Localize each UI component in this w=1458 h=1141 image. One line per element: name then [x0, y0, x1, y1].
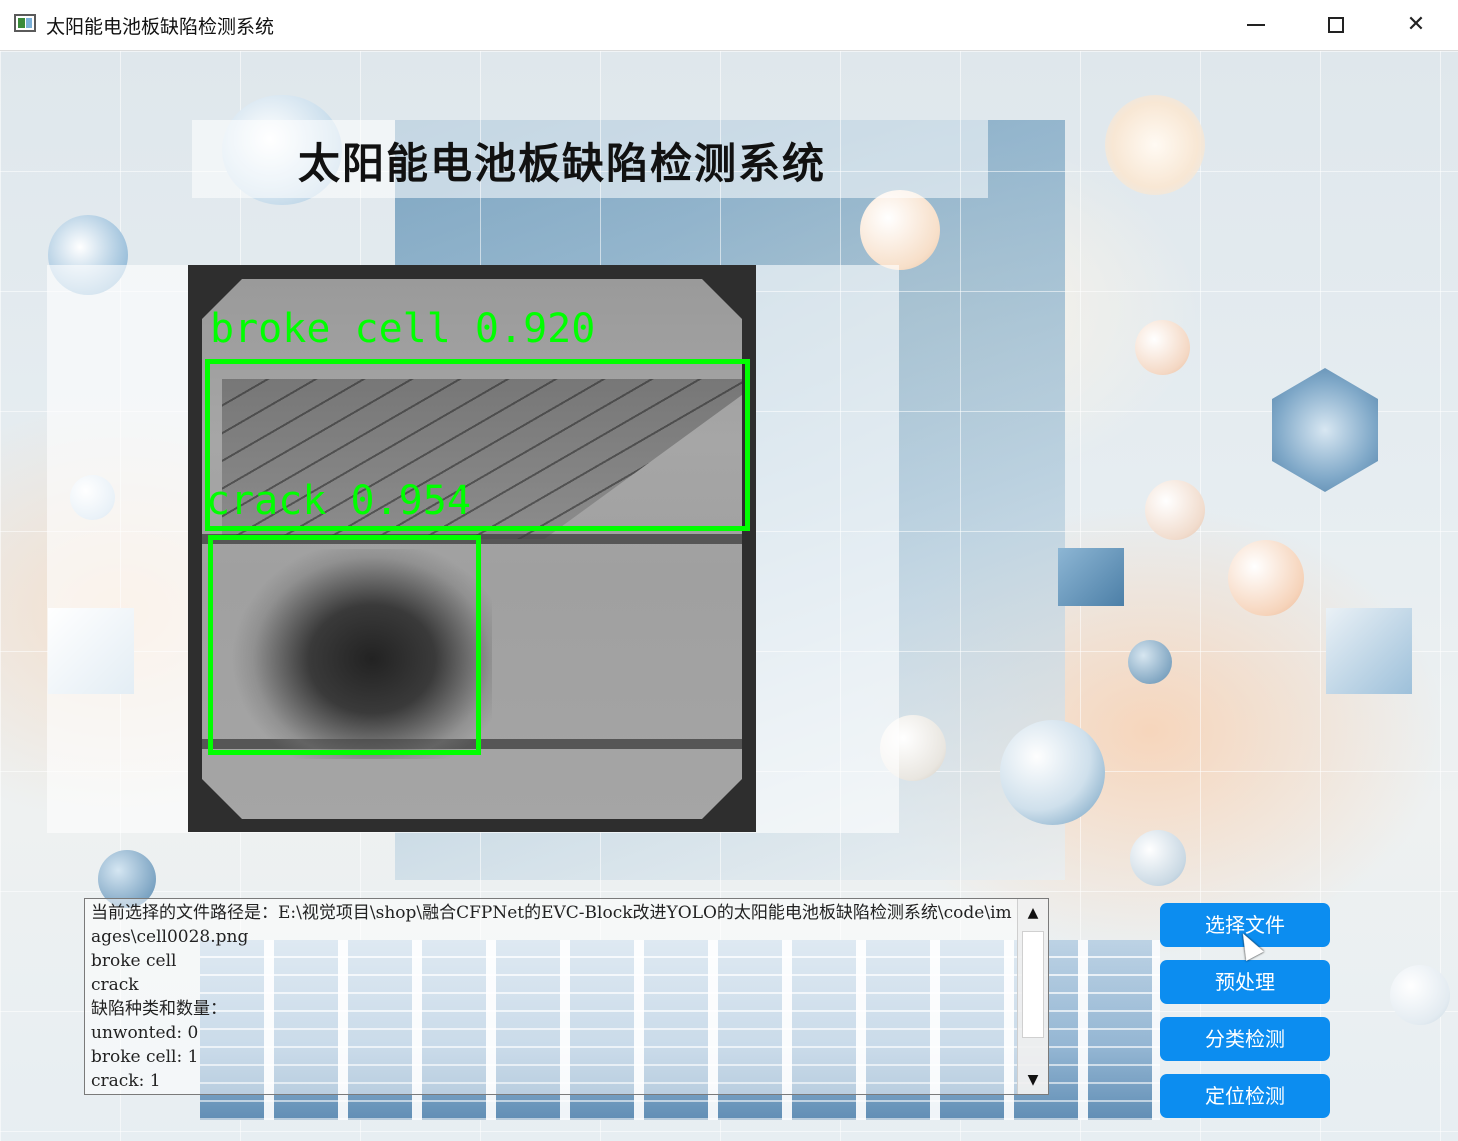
app-icon: [14, 14, 36, 32]
page-title: 太阳能电池板缺陷检测系统: [298, 139, 827, 188]
locate-detect-button[interactable]: 定位检测: [1160, 1074, 1330, 1118]
maximize-icon: [1328, 17, 1344, 33]
close-icon: ✕: [1406, 12, 1426, 37]
decor-circle: [1145, 480, 1205, 540]
result-text: 当前选择的文件路径是：E:\视觉项目\shop\融合CFPNet的EVC-Blo…: [91, 903, 1012, 1091]
window-title: 太阳能电池板缺陷检测系统: [46, 16, 275, 38]
vertical-scrollbar[interactable]: ▲ ▼: [1017, 899, 1048, 1094]
result-text-area[interactable]: 当前选择的文件路径是：E:\视觉项目\shop\融合CFPNet的EVC-Blo…: [84, 898, 1049, 1095]
bbox-label-broke-cell: broke cell 0.920: [210, 306, 596, 352]
scroll-thumb[interactable]: [1022, 931, 1044, 1038]
decor-circle: [1135, 320, 1190, 375]
decor-circle: [860, 190, 940, 270]
scroll-down-arrow-icon[interactable]: ▼: [1018, 1066, 1048, 1094]
decor-square: [1326, 608, 1412, 694]
minimize-icon: [1247, 24, 1265, 26]
close-button[interactable]: ✕: [1376, 0, 1456, 50]
preprocess-button[interactable]: 预处理: [1160, 960, 1330, 1004]
classify-detect-button[interactable]: 分类检测: [1160, 1017, 1330, 1061]
decor-circle: [1390, 965, 1450, 1025]
decor-circle: [1000, 720, 1105, 825]
decor-circle: [1128, 640, 1172, 684]
title-bar: 太阳能电池板缺陷检测系统 ✕: [0, 0, 1458, 51]
bbox-crack: [208, 535, 481, 755]
decor-circle: [1105, 95, 1205, 195]
maximize-button[interactable]: [1296, 0, 1376, 50]
decor-circle: [1130, 830, 1186, 886]
minimize-button[interactable]: [1216, 0, 1296, 50]
scroll-up-arrow-icon[interactable]: ▲: [1018, 899, 1048, 927]
bbox-label-crack: crack 0.954: [206, 478, 471, 524]
decor-square: [1058, 548, 1124, 606]
decor-circle: [1228, 540, 1304, 616]
detection-image: broke cell 0.920 crack 0.954: [188, 265, 756, 832]
